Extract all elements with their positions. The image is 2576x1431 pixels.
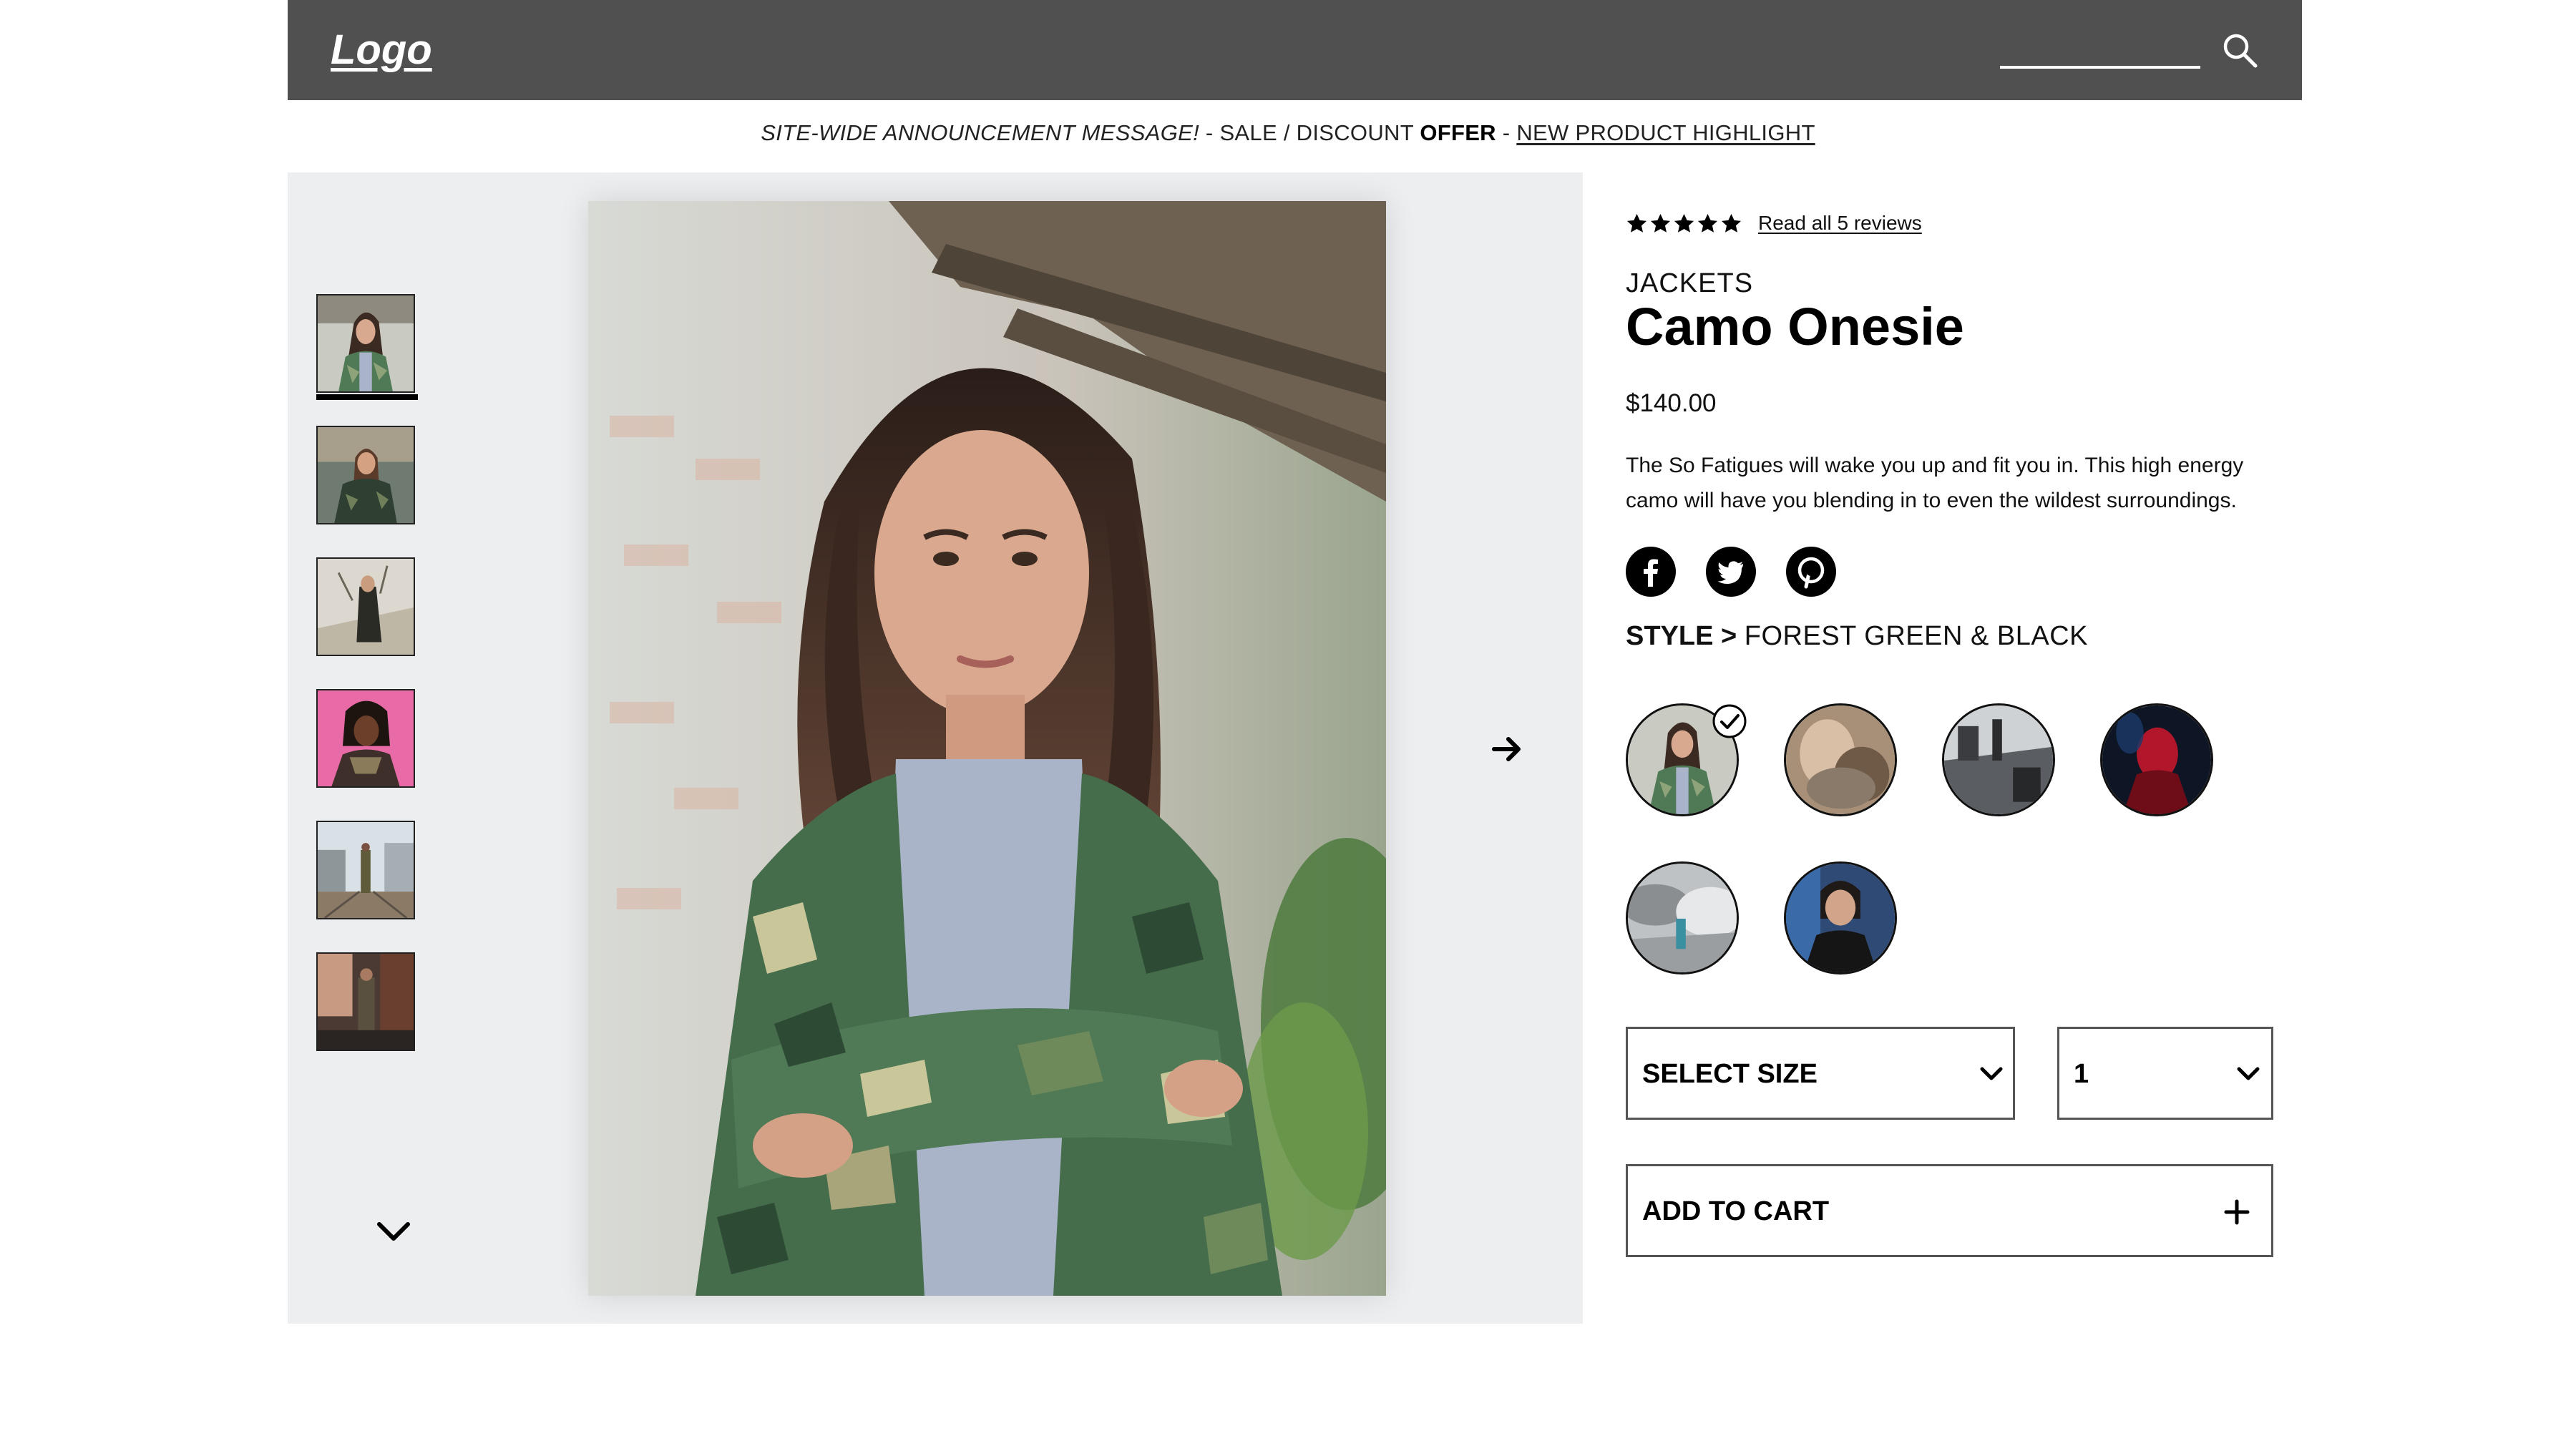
star-icon (1626, 213, 1647, 233)
style-swatch-6-image (1786, 864, 1895, 972)
thumbnail-4[interactable] (316, 689, 415, 788)
thumbnail-6-image (318, 954, 414, 1050)
arrow-right-icon[interactable] (1490, 732, 1524, 766)
selected-check-icon (1712, 704, 1747, 738)
star-rating (1626, 213, 1742, 235)
thumbnail-active-indicator (316, 394, 418, 400)
quantity-value: 1 (2074, 1059, 2089, 1089)
thumbnail-3-image (318, 559, 414, 655)
pinterest-icon[interactable] (1786, 547, 1836, 597)
star-icon (1674, 213, 1694, 233)
new-product-link[interactable]: NEW PRODUCT HIGHLIGHT (1516, 120, 1815, 145)
style-swatch-3-image (1944, 705, 2053, 814)
announcement-message: SITE-WIDE ANNOUNCEMENT MESSAGE! (761, 120, 1199, 145)
thumbnail-4-image (318, 690, 414, 786)
add-to-cart-button[interactable]: ADD TO CART (1626, 1164, 2273, 1257)
thumbnail-2[interactable] (316, 426, 415, 524)
chevron-down-icon (2237, 1067, 2260, 1080)
twitter-icon[interactable] (1706, 547, 1756, 597)
thumbnail-5[interactable] (316, 821, 415, 919)
logo[interactable]: Logo (331, 26, 432, 74)
product-gallery (288, 172, 1583, 1324)
thumbnail-3[interactable] (316, 557, 415, 656)
style-swatch-5-image (1628, 864, 1737, 972)
style-selector-label: STYLE > FOREST GREEN & BLACK (1626, 621, 2088, 652)
product-title: Camo Onesie (1626, 297, 1964, 356)
announcement-separator: - (1496, 120, 1517, 145)
size-select-label: SELECT SIZE (1642, 1059, 1818, 1089)
star-icon (1650, 213, 1671, 233)
main-photo-illustration (588, 201, 1386, 1296)
thumbnail-2-image (318, 427, 414, 523)
style-swatch-2[interactable] (1784, 703, 1897, 816)
announcement-offer: OFFER (1420, 120, 1496, 145)
plus-icon (2224, 1199, 2250, 1225)
search-input[interactable] (2000, 44, 2200, 69)
star-icon (1721, 213, 1742, 233)
chevron-down-icon[interactable] (374, 1217, 414, 1246)
read-reviews-link[interactable]: Read all 5 reviews (1758, 212, 1922, 235)
product-price: $140.00 (1626, 389, 1717, 417)
announcement-bar: SITE-WIDE ANNOUNCEMENT MESSAGE! - SALE /… (0, 120, 2576, 146)
style-swatch-5[interactable] (1626, 861, 1739, 975)
add-to-cart-label: ADD TO CART (1642, 1196, 1830, 1226)
size-select[interactable]: SELECT SIZE (1626, 1027, 2015, 1120)
facebook-icon[interactable] (1626, 547, 1676, 597)
thumbnail-1-image (318, 296, 414, 391)
product-category: JACKETS (1626, 268, 1754, 298)
chevron-down-icon (1980, 1067, 2003, 1080)
style-swatch-4-image (2102, 705, 2211, 814)
product-description: The So Fatigues will wake you up and fit… (1626, 454, 2244, 512)
style-swatch-2-image (1786, 705, 1895, 814)
announcement-sale-text: - SALE / DISCOUNT (1199, 120, 1420, 145)
style-swatch-4[interactable] (2100, 703, 2213, 816)
style-value: FOREST GREEN & BLACK (1744, 621, 2088, 651)
search-icon[interactable] (2220, 30, 2260, 70)
quantity-select[interactable]: 1 (2057, 1027, 2273, 1120)
social-share (1626, 547, 1836, 597)
style-swatch-6[interactable] (1784, 861, 1897, 975)
main-product-image (588, 201, 1386, 1296)
thumbnail-5-image (318, 822, 414, 918)
style-swatch-3[interactable] (1942, 703, 2055, 816)
thumbnail-1[interactable] (316, 294, 415, 393)
site-header: Logo (288, 0, 2302, 100)
thumbnail-6[interactable] (316, 952, 415, 1051)
style-label: STYLE > (1626, 621, 1737, 651)
rating-row: Read all 5 reviews (1626, 212, 1922, 235)
star-icon (1697, 213, 1718, 233)
